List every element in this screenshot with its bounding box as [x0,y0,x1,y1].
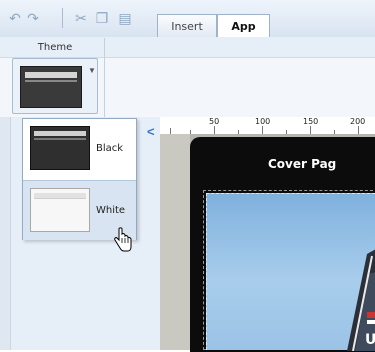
ruler-label: 200 [350,117,366,126]
redo-icon[interactable]: ↷ [24,10,42,26]
theme-option-label: White [96,205,126,216]
tab-app[interactable]: App [217,14,270,38]
page-title[interactable]: Cover Pag [268,157,336,171]
ruler-label: 100 [255,117,271,126]
ruler-tick [358,126,359,134]
canvas-gutter [160,134,190,350]
photo-subject: U [347,249,375,351]
white-theme-thumbnail [30,188,90,232]
current-theme-thumbnail [20,66,82,108]
undo-icon[interactable]: ↶ [6,10,24,26]
black-theme-thumbnail [30,126,90,170]
paste-icon[interactable]: ▤ [116,10,134,26]
ruler-tick [262,126,263,134]
theme-option-label: Black [96,143,124,154]
hand-cursor-icon [114,227,132,252]
ruler-tick [214,126,215,134]
svg-text:U: U [365,332,375,348]
tab-insert[interactable]: Insert [157,14,217,37]
toolbar-separator [62,8,63,28]
theme-group-label: Theme [37,42,73,53]
chevron-down-icon[interactable]: ▼ [88,66,96,75]
ribbon-group-divider [104,38,105,117]
cover-photo[interactable]: U [206,193,375,351]
ruler-label: 150 [303,117,319,126]
copy-icon[interactable]: ❐ [93,10,111,26]
cut-icon[interactable]: ✂ [72,10,90,26]
ruler-label: 50 [209,117,220,126]
ruler-tick [310,126,311,134]
collapse-panel-icon[interactable]: < [147,124,155,139]
